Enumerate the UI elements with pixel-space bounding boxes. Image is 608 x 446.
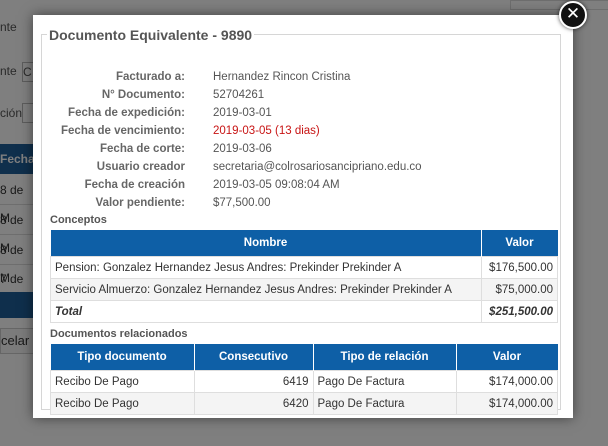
due-date-value: 2019-03-05 (13 dias) [213, 125, 320, 137]
documento-fieldset: Facturado a: Hernandez Rincon Cristina N… [41, 34, 561, 415]
documento-modal: Facturado a: Hernandez Rincon Cristina N… [33, 15, 573, 418]
info-label: Usuario creador [96, 161, 185, 173]
column-header-nombre: Nombre [50, 230, 482, 257]
column-header-consecutivo: Consecutivo [194, 344, 314, 371]
modal-title: Documento Equivalente - 9890 [47, 27, 255, 43]
info-row-creacion: Fecha de creación 2019-03-05 09:08:04 AM [42, 176, 560, 194]
table-row: Recibo De Pago 6420 Pago De Factura $174… [50, 392, 558, 415]
column-header-relacion: Tipo de relación [313, 344, 457, 371]
documento-consecutivo: 6419 [193, 370, 314, 393]
total-label: Total [50, 300, 482, 323]
documento-relacion: Pago De Factura [312, 392, 457, 415]
info-value: 2019-03-01 [213, 107, 272, 119]
info-value: Hernandez Rincon Cristina [213, 71, 351, 83]
documentos-table: Tipo documento Consecutivo Tipo de relac… [50, 344, 558, 415]
info-row-expedicion: Fecha de expedición: 2019-03-01 [42, 104, 560, 122]
documento-tipo: Recibo De Pago [50, 392, 195, 415]
documento-tipo: Recibo De Pago [50, 370, 195, 393]
info-value: secretaria@colrosariosancipriano.edu.co [213, 161, 422, 173]
column-header-valor: Valor [481, 230, 558, 257]
info-label: Fecha de vencimiento: [61, 125, 185, 137]
conceptos-title: Conceptos [50, 214, 107, 226]
info-row-vencimiento: Fecha de vencimiento: 2019-03-05 (13 dia… [42, 122, 560, 140]
info-label: Facturado a: [115, 71, 185, 83]
column-header-valor: Valor [456, 344, 558, 371]
concepto-valor: $75,000.00 [480, 278, 558, 301]
concepto-valor: $176,500.00 [480, 256, 558, 279]
info-label: Fecha de creación [84, 179, 185, 191]
info-row-corte: Fecha de corte: 2019-03-06 [42, 140, 560, 158]
info-row-documento: N° Documento: 52704261 [42, 86, 560, 104]
info-value: 52704261 [213, 89, 265, 101]
close-icon[interactable]: ✕ [559, 1, 587, 29]
info-label: Valor pendiente: [95, 197, 185, 209]
conceptos-table: Nombre Valor Pension: Gonzalez Hernandez… [50, 230, 558, 323]
column-header-tipo: Tipo documento [50, 344, 195, 371]
documento-valor: $174,000.00 [455, 392, 558, 415]
documento-valor: $174,000.00 [455, 370, 558, 393]
documento-consecutivo: 6420 [193, 392, 314, 415]
concepto-nombre: Servicio Almuerzo: Gonzalez Hernandez Je… [50, 278, 482, 301]
info-row-pendiente: Valor pendiente: $77,500.00 [42, 194, 560, 212]
table-row: Recibo De Pago 6419 Pago De Factura $174… [50, 370, 558, 393]
total-row: Total $251,500.00 [50, 300, 558, 323]
info-value: 2019-03-06 [213, 143, 272, 155]
info-value: 2019-03-05 09:08:04 AM [213, 179, 340, 191]
info-label: Fecha de expedición: [68, 107, 185, 119]
info-value: $77,500.00 [213, 197, 271, 209]
info-row-facturado: Facturado a: Hernandez Rincon Cristina [42, 68, 560, 86]
documento-relacion: Pago De Factura [312, 370, 457, 393]
concepto-nombre: Pension: Gonzalez Hernandez Jesus Andres… [50, 256, 482, 279]
info-row-usuario: Usuario creador secretaria@colrosariosan… [42, 158, 560, 176]
info-label: Fecha de corte: [100, 143, 185, 155]
total-value: $251,500.00 [480, 300, 558, 323]
documentos-title: Documentos relacionados [50, 328, 188, 340]
table-row: Servicio Almuerzo: Gonzalez Hernandez Je… [50, 278, 558, 301]
table-row: Pension: Gonzalez Hernandez Jesus Andres… [50, 256, 558, 279]
info-label: N° Documento: [101, 89, 185, 101]
